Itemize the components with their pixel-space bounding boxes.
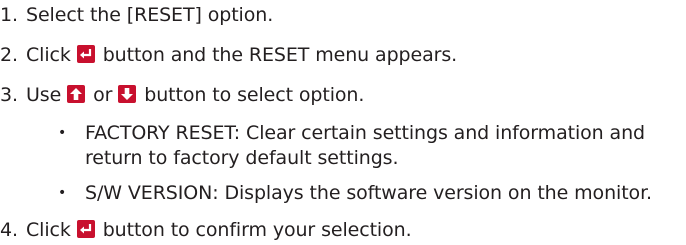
step-text-post: button to select option. (144, 84, 365, 106)
step-number: 4. (0, 219, 18, 241)
step-text: Select the [RESET] option. (26, 4, 274, 26)
step-number: 2. (0, 44, 18, 66)
bullet-dot: • (58, 125, 67, 141)
step-text-post: button and the RESET menu appears. (102, 44, 458, 66)
bullet-text: FACTORY RESET: Clear certain settings an… (85, 122, 646, 144)
step-text: Click button to confirm your selection. (26, 219, 412, 241)
down-arrow-button-icon (118, 85, 137, 103)
up-arrow-button-icon (67, 85, 86, 103)
step-text: Click button and the RESET menu appears. (26, 44, 457, 66)
step-text-pre: Click (26, 219, 71, 241)
instructions-page: { "steps": [ {"num": "1.", "text": "Sele… (0, 0, 686, 245)
step-text-post: button to confirm your selection. (102, 219, 412, 241)
enter-button-icon (76, 45, 95, 63)
step-number: 3. (0, 84, 18, 106)
enter-button-icon (76, 220, 95, 238)
bullet-text: return to factory default settings. (85, 147, 399, 169)
bullet-text: S/W VERSION: Displays the software versi… (85, 182, 652, 204)
bullet-dot: • (58, 185, 67, 201)
step-number: 1. (0, 4, 18, 26)
step-text: Use or button to select option. (26, 84, 364, 106)
step-text-mid: or (93, 84, 113, 106)
step-text-pre: Click (26, 44, 71, 66)
step-text-pre: Use (26, 84, 62, 106)
